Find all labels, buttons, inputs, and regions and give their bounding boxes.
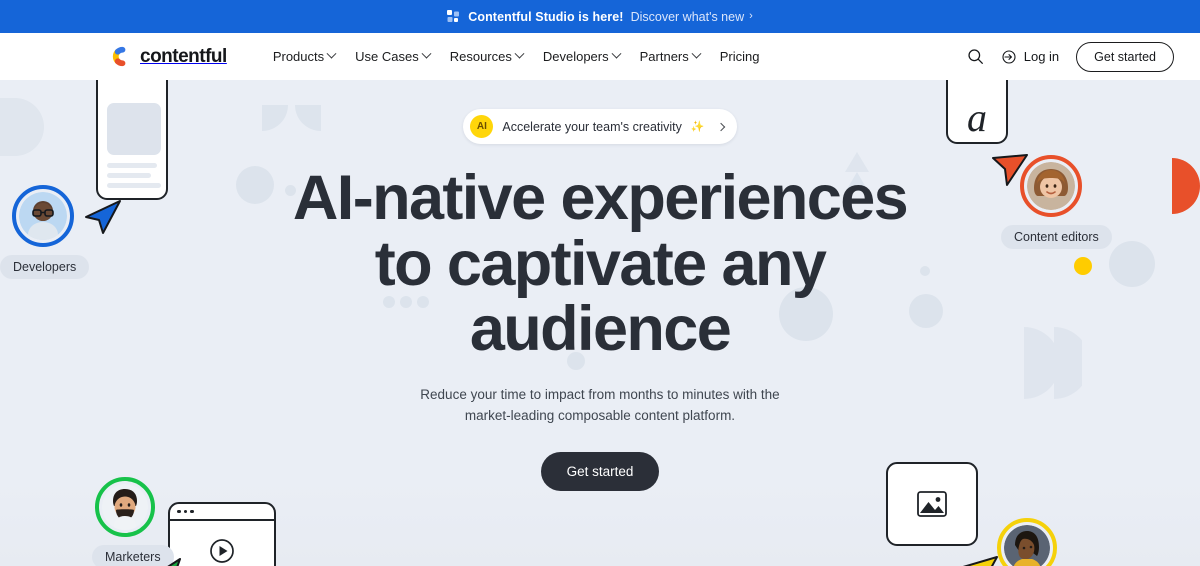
persona-developers: Developers	[0, 185, 90, 279]
contentful-logo[interactable]: contentful	[112, 46, 227, 68]
nav-label: Pricing	[719, 49, 760, 64]
avatar-image-developer	[19, 192, 67, 240]
ai-badge: AI	[470, 115, 494, 138]
ai-pill-label: Accelerate your team's creativity	[502, 119, 682, 134]
contentful-c-logo	[112, 46, 133, 67]
login-button[interactable]: Log in	[1001, 49, 1059, 65]
persona-label-content-editors: Content editors	[1001, 225, 1112, 249]
hero-section: a Developers Content editors Marketers A…	[0, 80, 1200, 566]
chevron-down-icon	[514, 48, 525, 59]
decor-red-leaf	[1172, 158, 1200, 219]
nav-label: Resources	[449, 49, 512, 64]
persona-label-developers: Developers	[0, 255, 90, 279]
logo-wordmark: contentful	[140, 45, 227, 67]
cursor-content-editors-icon	[983, 142, 1031, 195]
persona-marketers: Marketers	[92, 477, 174, 566]
cursor-designers-icon	[955, 547, 1001, 566]
avatar-image-marketer	[102, 484, 148, 530]
sparkle-icon: ✨	[690, 121, 705, 133]
hero-subheading: Reduce your time to impact from months t…	[420, 386, 780, 424]
avatar-image-content-editor	[1027, 162, 1075, 210]
nav-label: Developers	[542, 49, 609, 64]
avatar	[95, 477, 155, 537]
avatar	[997, 518, 1057, 566]
decor-half-circles-right	[1024, 327, 1090, 404]
cursor-marketers-icon	[140, 555, 188, 566]
nav-item-products[interactable]: Products	[272, 48, 337, 64]
typography-glyph: a	[967, 95, 987, 140]
search-icon[interactable]	[967, 48, 984, 65]
chevron-down-icon	[326, 48, 337, 59]
persona-content-editors: Content editors	[1001, 155, 1112, 249]
decor-circle-yellow-dot	[1074, 257, 1092, 275]
document-skeleton-line	[107, 173, 151, 178]
header-actions: Log in Get started	[967, 41, 1174, 72]
chevron-right-icon: ›	[749, 10, 753, 22]
banner-link-label: Discover what's new	[630, 9, 745, 24]
document-skeleton-line	[107, 183, 161, 188]
avatar-image-designer	[1004, 525, 1050, 566]
document-card	[96, 80, 168, 200]
nav-item-use-cases[interactable]: Use Cases	[355, 48, 432, 64]
banner-headline: Contentful Studio is here!	[468, 9, 624, 24]
chevron-down-icon	[421, 48, 432, 59]
banner-link[interactable]: Discover what's new ›	[631, 10, 753, 24]
cursor-developers-icon	[82, 195, 124, 242]
document-skeleton-image	[107, 103, 161, 155]
header-get-started-button[interactable]: Get started	[1076, 41, 1174, 72]
nav-label: Products	[272, 49, 325, 64]
nav-label: Use Cases	[355, 49, 419, 64]
nav-item-resources[interactable]: Resources	[449, 48, 525, 64]
persona-designers: Designers	[997, 518, 1073, 566]
page-title: AI-native experiences to captivate any a…	[292, 163, 909, 365]
chevron-right-icon	[716, 122, 725, 131]
login-arrow-icon	[1001, 49, 1017, 65]
primary-nav: Products Use Cases Resources Developers …	[272, 48, 760, 64]
nav-item-pricing[interactable]: Pricing	[720, 49, 760, 64]
decor-circle-large-left	[0, 98, 44, 156]
decor-circle-mid-left	[236, 166, 274, 204]
nav-item-developers[interactable]: Developers	[542, 48, 622, 64]
decor-half-circles-top	[262, 105, 322, 155]
document-skeleton-line	[107, 163, 157, 168]
chevron-down-icon	[691, 48, 702, 59]
avatar	[12, 185, 74, 247]
site-header: contentful Products Use Cases Resources …	[0, 33, 1200, 80]
login-label: Log in	[1023, 49, 1060, 64]
nav-label: Partners	[639, 49, 689, 64]
image-card	[886, 462, 978, 546]
decor-circle-center-right	[920, 266, 930, 276]
grid-squares-icon	[447, 10, 460, 23]
decor-circle-big-right	[1109, 241, 1155, 287]
picture-icon	[917, 491, 947, 517]
play-button-icon	[209, 538, 235, 564]
ai-announcement-pill[interactable]: AI Accelerate your team's creativity ✨	[463, 109, 737, 144]
hero-get-started-button[interactable]: Get started	[540, 452, 660, 492]
announcement-banner[interactable]: Contentful Studio is here! Discover what…	[0, 0, 1200, 33]
typography-card: a	[946, 80, 1008, 144]
nav-item-partners[interactable]: Partners	[639, 48, 702, 64]
chevron-down-icon	[611, 48, 622, 59]
